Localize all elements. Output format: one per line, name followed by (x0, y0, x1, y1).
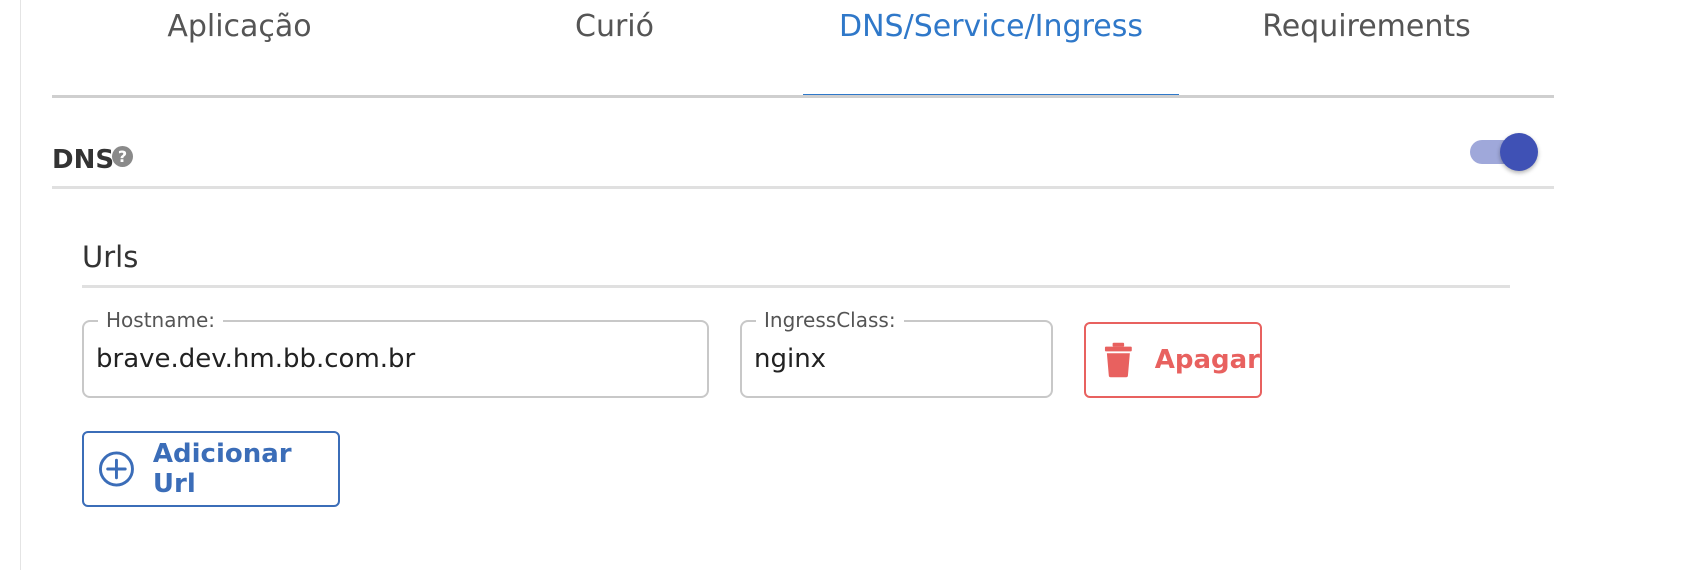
tab-label: Curió (575, 9, 654, 44)
section-divider (52, 186, 1554, 189)
help-icon[interactable]: ? (112, 146, 133, 167)
add-url-button[interactable]: Adicionar Url (82, 431, 340, 507)
ingress-class-input[interactable] (754, 344, 1039, 374)
trash-icon (1104, 342, 1132, 378)
tab-label: Aplicação (167, 9, 312, 44)
urls-section-header: Urls (82, 240, 1510, 288)
tab-label: Requirements (1262, 9, 1471, 44)
tab-bar: Aplicação Curió DNS/Service/Ingress Requ… (52, 0, 1554, 98)
hostname-field: Hostname: (82, 307, 709, 398)
tab-aplicacao[interactable]: Aplicação (52, 0, 427, 95)
add-url-button-label: Adicionar Url (152, 439, 292, 499)
urls-divider (82, 285, 1510, 288)
hostname-input[interactable] (96, 344, 695, 374)
delete-button-label: Apagar (1154, 345, 1260, 375)
tab-requirements[interactable]: Requirements (1179, 0, 1554, 95)
dns-section-title: DNS (52, 145, 115, 175)
dns-toggle[interactable] (1470, 133, 1540, 171)
urls-section-title: Urls (82, 240, 139, 274)
tab-label: DNS/Service/Ingress (839, 9, 1143, 44)
tab-curio[interactable]: Curió (427, 0, 802, 95)
plus-circle-icon (98, 451, 134, 487)
ingress-class-field: IngressClass: (740, 307, 1053, 398)
left-border (20, 0, 21, 570)
tabs-divider (52, 95, 1554, 98)
tab-dns-service-ingress[interactable]: DNS/Service/Ingress (803, 0, 1179, 98)
dns-section-header: DNS ? (52, 133, 1554, 189)
delete-button[interactable]: Apagar (1084, 322, 1262, 398)
toggle-knob (1500, 133, 1538, 171)
hostname-label: Hostname: (98, 307, 223, 333)
ingress-class-label: IngressClass: (756, 307, 904, 333)
